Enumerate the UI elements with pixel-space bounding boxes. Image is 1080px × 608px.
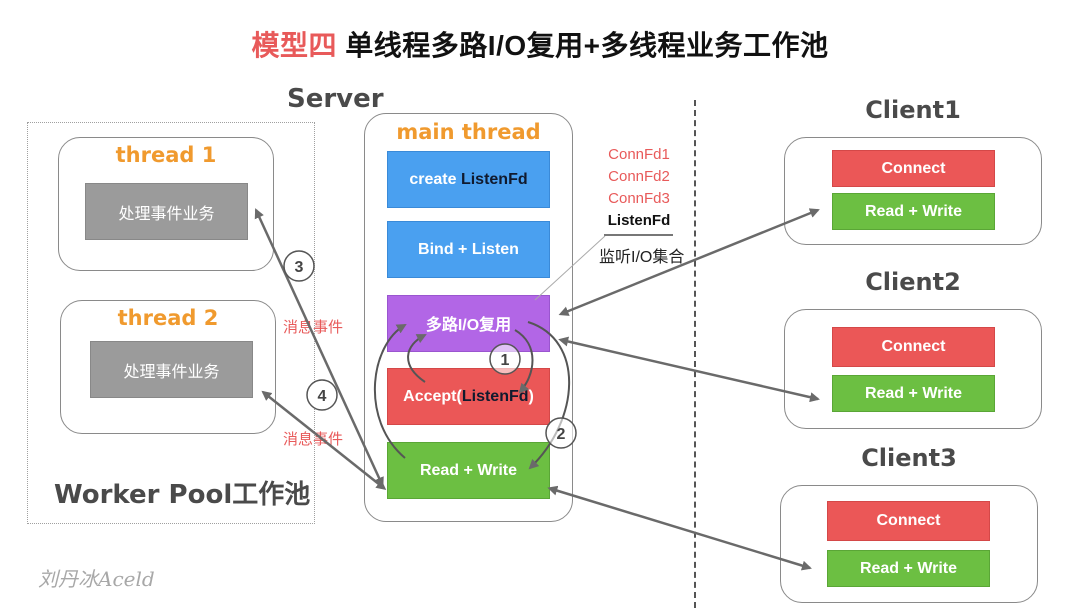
arrow-rw-to-mux (374, 324, 407, 459)
arrow-rw-thread1 (254, 208, 384, 488)
connector-layer: 1 2 3 4 (254, 208, 820, 571)
fd-set-pointer-line (534, 235, 606, 301)
arrow-accept-to-mux (407, 334, 427, 383)
step-number-3: 3 (295, 259, 304, 276)
step-number-2: 2 (557, 426, 566, 443)
step-number-4: 4 (318, 388, 327, 405)
step-number-1: 1 (501, 352, 510, 369)
arrow-mux-client1 (558, 208, 820, 316)
arrow-rw-client3 (547, 485, 812, 571)
arrow-mux-client2 (558, 336, 820, 403)
